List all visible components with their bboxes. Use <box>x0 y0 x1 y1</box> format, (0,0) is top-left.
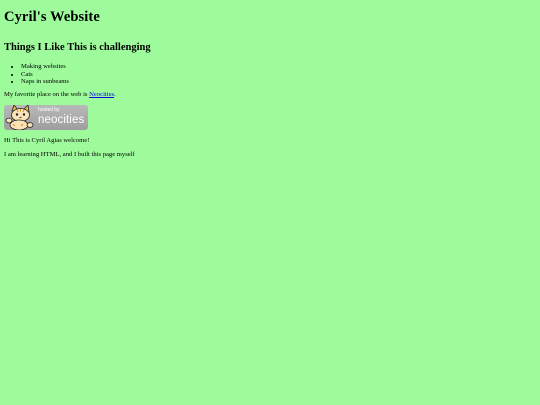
favorite-suffix: . <box>114 90 116 98</box>
likes-list: Making websites Cats Naps in sunbeams <box>4 63 536 86</box>
page-content: Cyril's Website Things I Like This is ch… <box>0 0 540 159</box>
welcome-text: Hi This is Cyril Agias welcome! <box>4 136 90 144</box>
neocities-badge[interactable]: hosted by neocities <box>4 104 88 130</box>
list-item: Making websites <box>21 63 536 71</box>
neocities-link[interactable]: Neocities <box>89 91 114 98</box>
learning-text: I am learning HTML, and I built this pag… <box>4 150 135 158</box>
favorite-prefix: My favorite place on the web is <box>4 90 90 98</box>
likes-heading: Things I Like This is challenging <box>4 42 151 53</box>
list-item: Cats <box>21 71 536 79</box>
page-title: Cyril's Website <box>4 9 100 25</box>
cat-icon <box>5 104 34 130</box>
favorite-place-text: My favorite place on the web is Neocitie… <box>4 91 536 99</box>
badge-neocities-text: neocities <box>38 113 85 126</box>
badge-hosted-by-text: hosted by <box>38 106 60 113</box>
list-item: Naps in sunbeams <box>21 78 536 86</box>
